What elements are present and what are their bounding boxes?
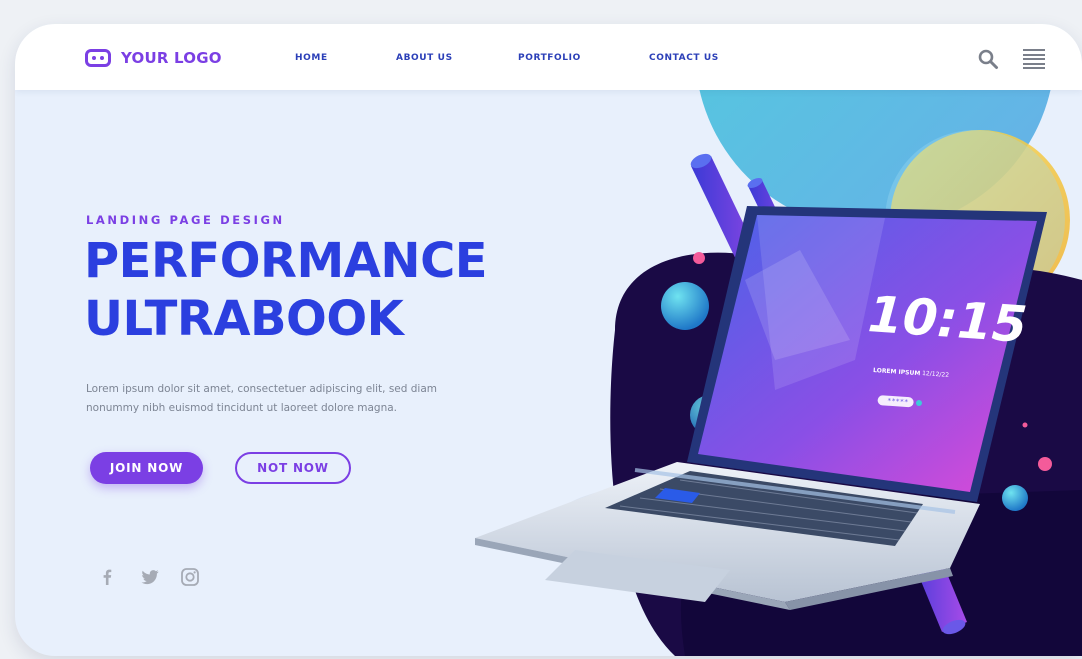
robot-face-icon xyxy=(85,49,111,67)
instagram-icon[interactable] xyxy=(180,567,200,587)
hero-eyebrow: LANDING PAGE DESIGN xyxy=(86,213,285,227)
nav-home[interactable]: HOME xyxy=(295,53,328,63)
nav-about-us[interactable]: ABOUT US xyxy=(396,53,453,63)
logo-text: YOUR LOGO xyxy=(121,49,222,67)
nav-portfolio[interactable]: PORTFOLIO xyxy=(518,53,581,63)
hero-title: PERFORMANCE ULTRABOOK xyxy=(84,232,488,348)
hero-title-line-1: PERFORMANCE xyxy=(84,233,488,289)
laptop-illustration: 10:15 LOREM IPSUM 12/12/22 ***** xyxy=(475,90,1082,656)
facebook-icon[interactable] xyxy=(97,567,117,587)
hero-description: Lorem ipsum dolor sit amet, consectetuer… xyxy=(86,382,438,414)
not-now-button[interactable]: NOT NOW xyxy=(235,452,351,484)
twitter-icon[interactable] xyxy=(140,567,160,587)
top-navbar: YOUR LOGO HOME ABOUT US PORTFOLIO CONTAC… xyxy=(15,24,1082,90)
landing-page-card: YOUR LOGO HOME ABOUT US PORTFOLIO CONTAC… xyxy=(15,24,1082,656)
screen-clock: 10:15 xyxy=(866,285,1029,354)
logo[interactable]: YOUR LOGO xyxy=(85,45,222,71)
search-icon[interactable] xyxy=(977,48,999,70)
screen-password-mask: ***** xyxy=(887,397,909,406)
join-now-button[interactable]: JOIN NOW xyxy=(90,452,203,484)
nav-contact-us[interactable]: CONTACT US xyxy=(649,53,719,63)
hero-title-line-2: ULTRABOOK xyxy=(84,291,404,347)
menu-icon[interactable] xyxy=(1023,49,1045,69)
